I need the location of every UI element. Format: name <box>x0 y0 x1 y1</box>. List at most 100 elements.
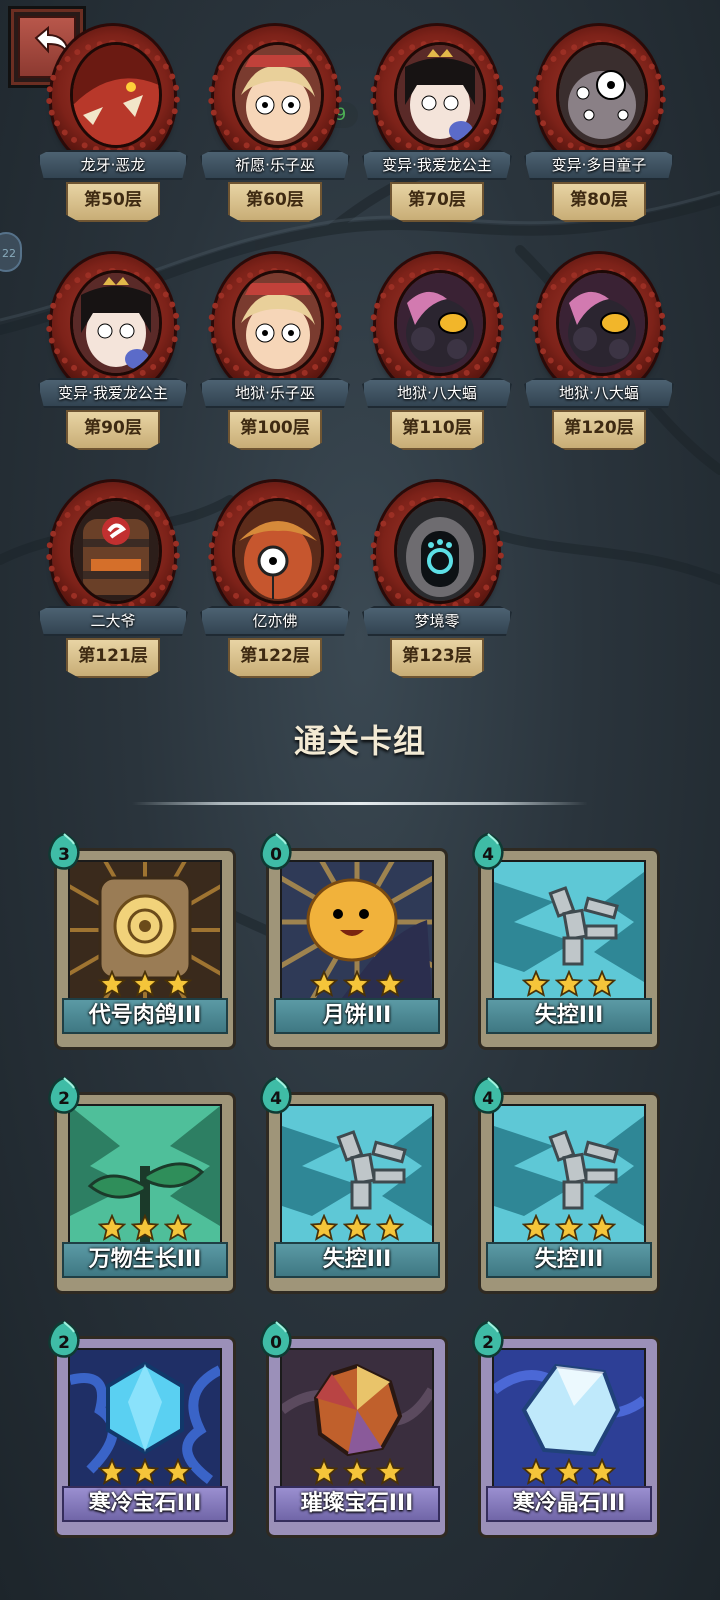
card-cost: 2 <box>482 1333 494 1353</box>
princess-portrait <box>394 42 486 148</box>
star-icon <box>342 1457 372 1486</box>
star-icon <box>163 1457 193 1486</box>
deck-card[interactable]: 寒冷宝石III 2 <box>48 1320 236 1538</box>
card-cost: 0 <box>270 845 282 865</box>
boss-entry[interactable]: 梦境零 第123层 <box>362 482 512 692</box>
star-icon <box>309 969 339 998</box>
boss-entry[interactable]: 亿亦佛 第122层 <box>200 482 350 692</box>
deck-card[interactable]: 寒冷晶石III 2 <box>472 1320 660 1538</box>
monocle-creature-portrait <box>232 498 324 604</box>
boss-entry[interactable]: 祈愿·乐子巫 第60层 <box>200 26 350 236</box>
many-eyed-child-portrait <box>556 42 648 148</box>
boss-floor: 第50层 <box>84 190 142 210</box>
boss-name: 亿亦佛 <box>252 612 298 630</box>
boss-frame <box>532 254 666 394</box>
boss-frame <box>208 254 342 394</box>
deck-card[interactable]: 月饼III 0 <box>260 832 448 1050</box>
deck-card[interactable]: 失控III 4 <box>260 1076 448 1294</box>
card-name: 失控III <box>534 1003 604 1028</box>
card-name: 失控III <box>534 1247 604 1272</box>
card-name: 万物生长III <box>88 1247 202 1272</box>
bat-beast-portrait <box>556 270 648 376</box>
boss-name: 梦境零 <box>414 612 460 630</box>
boss-name: 变异·多目童子 <box>551 156 647 174</box>
boss-entry[interactable]: 变异·我爱龙公主 第90层 <box>38 254 188 464</box>
boss-name: 地狱·乐子巫 <box>235 384 315 402</box>
star-icon <box>97 969 127 998</box>
star-icon <box>375 969 405 998</box>
boss-name: 变异·我爱龙公主 <box>58 384 168 402</box>
boss-name: 变异·我爱龙公主 <box>382 156 492 174</box>
boss-floor: 第122层 <box>240 646 310 666</box>
boss-entry[interactable]: 地狱·乐子巫 第100层 <box>200 254 350 464</box>
star-icon <box>587 1213 617 1242</box>
boss-frame <box>370 26 504 166</box>
boss-frame <box>370 482 504 622</box>
card-stars <box>521 969 617 1000</box>
boss-frame <box>532 26 666 166</box>
boss-floor: 第110层 <box>402 418 472 438</box>
card-name: 寒冷宝石III <box>88 1491 202 1516</box>
card-stars <box>309 1213 405 1244</box>
boss-floor: 第120层 <box>564 418 634 438</box>
star-icon <box>342 1213 372 1242</box>
deck-card[interactable]: 失控III 4 <box>472 1076 660 1294</box>
card-stars <box>309 1457 405 1488</box>
boss-entry[interactable]: 龙牙·恶龙 第50层 <box>38 26 188 236</box>
card-name: 失控III <box>322 1247 392 1272</box>
star-icon <box>130 969 160 998</box>
card-stars <box>521 1457 617 1488</box>
card-cost: 4 <box>482 1089 494 1109</box>
boss-frame <box>208 26 342 166</box>
boss-name: 祈愿·乐子巫 <box>235 156 315 174</box>
star-icon <box>554 1213 584 1242</box>
boss-frame <box>46 26 180 166</box>
card-cost: 4 <box>270 1089 282 1109</box>
divider <box>132 802 588 805</box>
star-icon <box>130 1213 160 1242</box>
boss-floor: 第100层 <box>240 418 310 438</box>
star-icon <box>521 1457 551 1486</box>
card-name: 代号肉鸽III <box>88 1003 202 1028</box>
card-name: 月饼III <box>322 1003 392 1028</box>
star-icon <box>587 1457 617 1486</box>
deck-card[interactable]: 万物生长III 2 <box>48 1076 236 1294</box>
star-icon <box>554 1457 584 1486</box>
star-icon <box>554 969 584 998</box>
bat-beast-portrait <box>394 270 486 376</box>
blonde-witch-portrait <box>232 270 324 376</box>
star-icon <box>163 1213 193 1242</box>
boss-floor: 第60层 <box>246 190 304 210</box>
boss-entry[interactable]: 变异·多目童子 第80层 <box>524 26 674 236</box>
boss-floor: 第90层 <box>84 418 142 438</box>
side-tab[interactable]: 22 <box>0 232 22 272</box>
card-stars <box>97 1213 193 1244</box>
card-name: 寒冷晶石III <box>512 1491 626 1516</box>
card-cost: 2 <box>58 1333 70 1353</box>
star-icon <box>97 1213 127 1242</box>
star-icon <box>375 1213 405 1242</box>
boss-frame <box>370 254 504 394</box>
boss-floor: 第70层 <box>408 190 466 210</box>
star-icon <box>130 1457 160 1486</box>
card-stars <box>521 1213 617 1244</box>
star-icon <box>375 1457 405 1486</box>
star-icon <box>587 969 617 998</box>
deck-card[interactable]: 代号肉鸽III 3 <box>48 832 236 1050</box>
boss-frame <box>208 482 342 622</box>
boss-frame <box>46 254 180 394</box>
card-name: 璀璨宝石III <box>300 1491 414 1516</box>
boss-entry[interactable]: 地狱·八大蝠 第120层 <box>524 254 674 464</box>
deck-card[interactable]: 璀璨宝石III 0 <box>260 1320 448 1538</box>
deck-card[interactable]: 失控III 4 <box>472 832 660 1050</box>
card-stars <box>97 1457 193 1488</box>
boss-entry[interactable]: 地狱·八大蝠 第110层 <box>362 254 512 464</box>
boss-entry[interactable]: 变异·我爱龙公主 第70层 <box>362 26 512 236</box>
card-stars <box>97 969 193 1000</box>
boss-floor: 第123层 <box>402 646 472 666</box>
dream-robot-portrait <box>394 498 486 604</box>
boss-entry[interactable]: 二大爷 第121层 <box>38 482 188 692</box>
star-icon <box>97 1457 127 1486</box>
section-title: 通关卡组 <box>293 722 426 760</box>
blonde-witch-portrait <box>232 42 324 148</box>
